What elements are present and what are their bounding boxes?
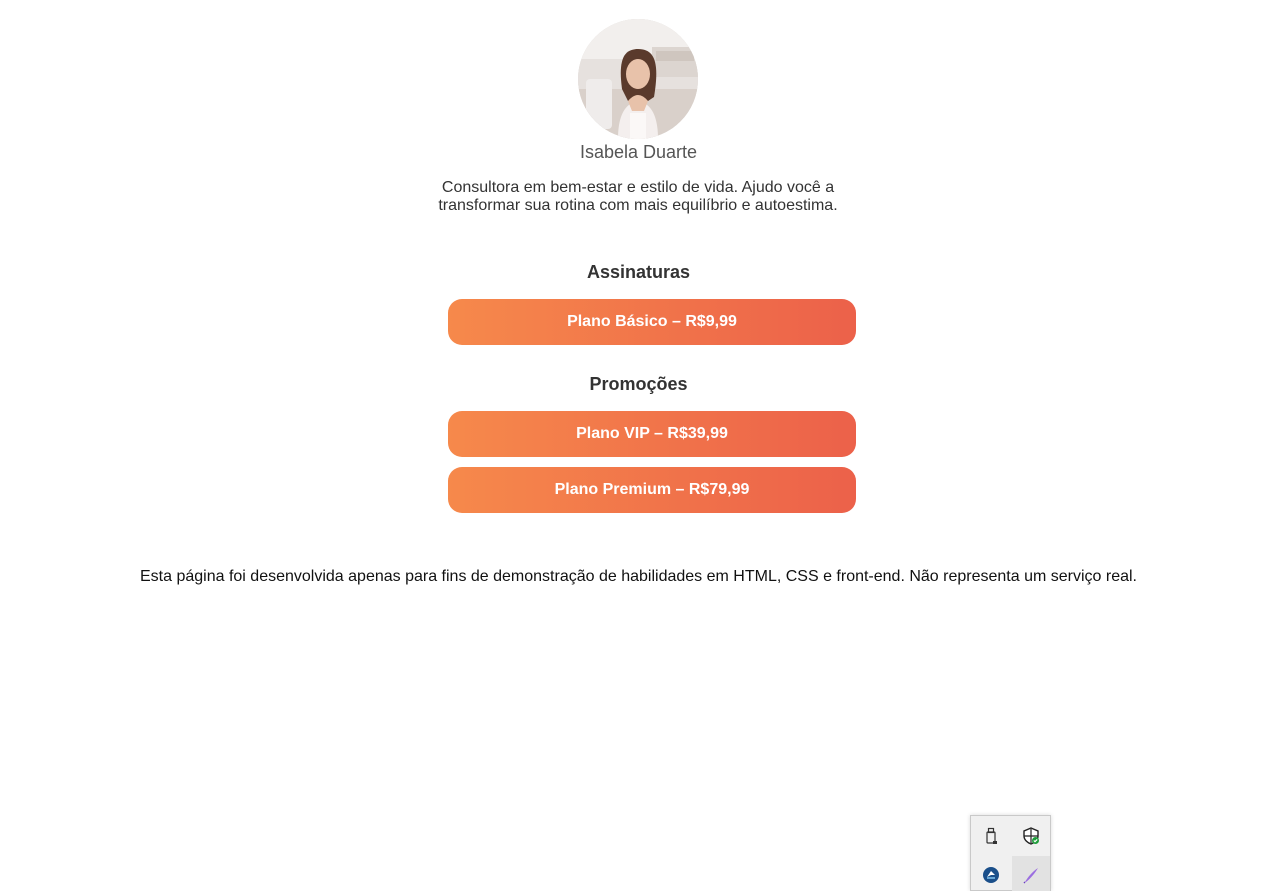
plan-basic-button[interactable]: Plano Básico – R$9,99 [448,299,856,345]
plan-vip-button[interactable]: Plano VIP – R$39,99 [448,411,856,457]
usb-drive-icon[interactable] [972,817,1010,855]
pen-icon[interactable] [1012,856,1050,891]
profile-photo-icon [578,19,698,139]
app-logo-icon[interactable] [972,856,1010,891]
plan-vip-label: Plano VIP – R$39,99 [576,425,728,442]
plan-premium-label: Plano Premium – R$79,99 [554,481,750,498]
profile-bio: Consultora em bem-estar e estilo de vida… [438,179,838,214]
footer-disclaimer: Esta página foi desenvolvida apenas para… [140,568,1137,585]
plan-premium-button[interactable]: Plano Premium – R$79,99 [448,467,856,513]
security-shield-icon[interactable] [1012,817,1050,855]
profile-name: Isabela Duarte [579,142,698,162]
subscriptions-heading: Assinaturas [586,262,691,282]
promotions-heading: Promoções [589,374,688,394]
link-in-bio-page: Isabela Duarte Consultora em bem-estar e… [0,0,1277,891]
plan-basic-label: Plano Básico – R$9,99 [567,313,737,330]
system-tray-overflow [970,815,1051,891]
avatar [578,19,698,139]
